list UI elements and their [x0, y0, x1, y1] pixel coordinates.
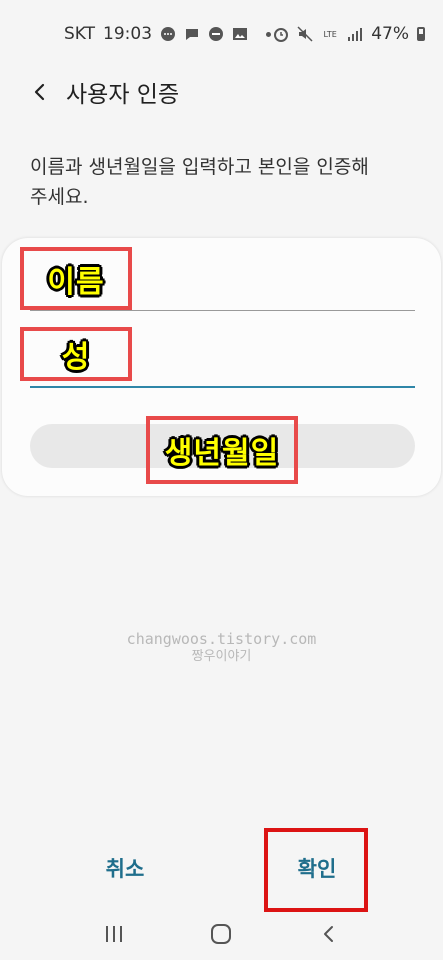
page-title: 사용자 인증	[66, 82, 180, 108]
watermark: changwoos.tistory.com 짱우이야기	[0, 630, 443, 666]
last-name-input[interactable]	[30, 326, 423, 386]
confirm-button[interactable]: 확인	[262, 838, 372, 898]
alarm-icon	[273, 26, 289, 42]
battery-icon	[417, 27, 425, 41]
status-bar: SKT 19:03 LTE 47%	[0, 0, 443, 68]
cancel-button[interactable]: 취소	[60, 838, 190, 898]
instruction-line-1: 이름과 생년월일을 입력하고 본인을 인증해	[30, 156, 369, 178]
message-icon	[184, 26, 200, 42]
last-name-field-container	[30, 326, 423, 388]
battery-percent: 47%	[371, 24, 409, 44]
status-left: SKT 19:03	[64, 24, 272, 44]
recent-apps-icon	[105, 926, 122, 942]
signal-icon	[347, 26, 363, 42]
watermark-url: changwoos.tistory.com	[126, 630, 317, 648]
sale-icon	[208, 26, 224, 42]
chevron-left-icon	[324, 926, 334, 942]
app-header: 사용자 인증	[0, 72, 443, 112]
recent-apps-button[interactable]	[94, 914, 134, 954]
first-name-input[interactable]	[30, 250, 423, 310]
birthdate-picker[interactable]	[30, 424, 415, 468]
bottom-actions: 취소 확인	[0, 838, 443, 898]
back-nav-button[interactable]	[309, 914, 349, 954]
chat-bubble-icon	[160, 26, 176, 42]
more-notifications-dot	[266, 31, 272, 37]
watermark-blog-name: 짱우이야기	[191, 649, 252, 664]
chevron-left-icon	[34, 83, 45, 101]
back-button[interactable]	[20, 72, 60, 112]
home-icon	[211, 924, 232, 944]
first-name-field-container	[30, 250, 423, 311]
network-type-label: LTE	[323, 29, 337, 39]
instruction-line-2: 주세요.	[30, 186, 89, 208]
home-button[interactable]	[201, 914, 241, 954]
system-nav-bar	[0, 908, 443, 960]
status-right: LTE 47%	[273, 24, 425, 44]
mute-icon	[297, 26, 313, 42]
carrier-label: SKT	[64, 24, 96, 44]
verification-form-card	[2, 238, 441, 496]
gallery-icon	[232, 26, 248, 42]
clock: 19:03	[103, 24, 153, 44]
instruction-text: 이름과 생년월일을 입력하고 본인을 인증해 주세요.	[30, 152, 419, 212]
